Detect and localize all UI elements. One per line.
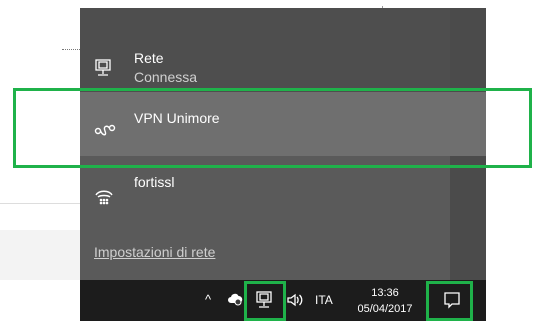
dialup-icon — [94, 186, 114, 206]
volume-icon[interactable] — [286, 291, 304, 309]
ethernet-icon — [94, 58, 114, 78]
network-name: fortissl — [134, 174, 175, 190]
clock-time: 13:36 — [371, 287, 399, 299]
network-item-rete[interactable]: Rete Connessa — [80, 44, 486, 92]
input-language-indicator[interactable]: ITA — [315, 293, 333, 307]
taskbar-right-blank — [486, 280, 534, 321]
network-item-fortissl[interactable]: fortissl — [80, 166, 486, 222]
highlight-network-icon — [244, 281, 286, 321]
background-panel — [0, 230, 80, 280]
clock-date: 05/04/2017 — [357, 303, 413, 315]
cloud-sync-icon[interactable] — [227, 291, 243, 307]
background-dotted-line — [62, 49, 80, 50]
highlight-vpn-item — [13, 88, 532, 168]
network-status: Connessa — [134, 69, 198, 85]
clock[interactable]: 13:36 05/04/2017 — [348, 285, 422, 317]
network-name: Rete — [134, 50, 164, 66]
network-settings-link[interactable]: Impostazioni di rete — [94, 244, 215, 260]
background-divider — [0, 203, 80, 204]
highlight-action-center — [426, 281, 473, 321]
show-hidden-icons-button[interactable]: ^ — [205, 292, 211, 307]
